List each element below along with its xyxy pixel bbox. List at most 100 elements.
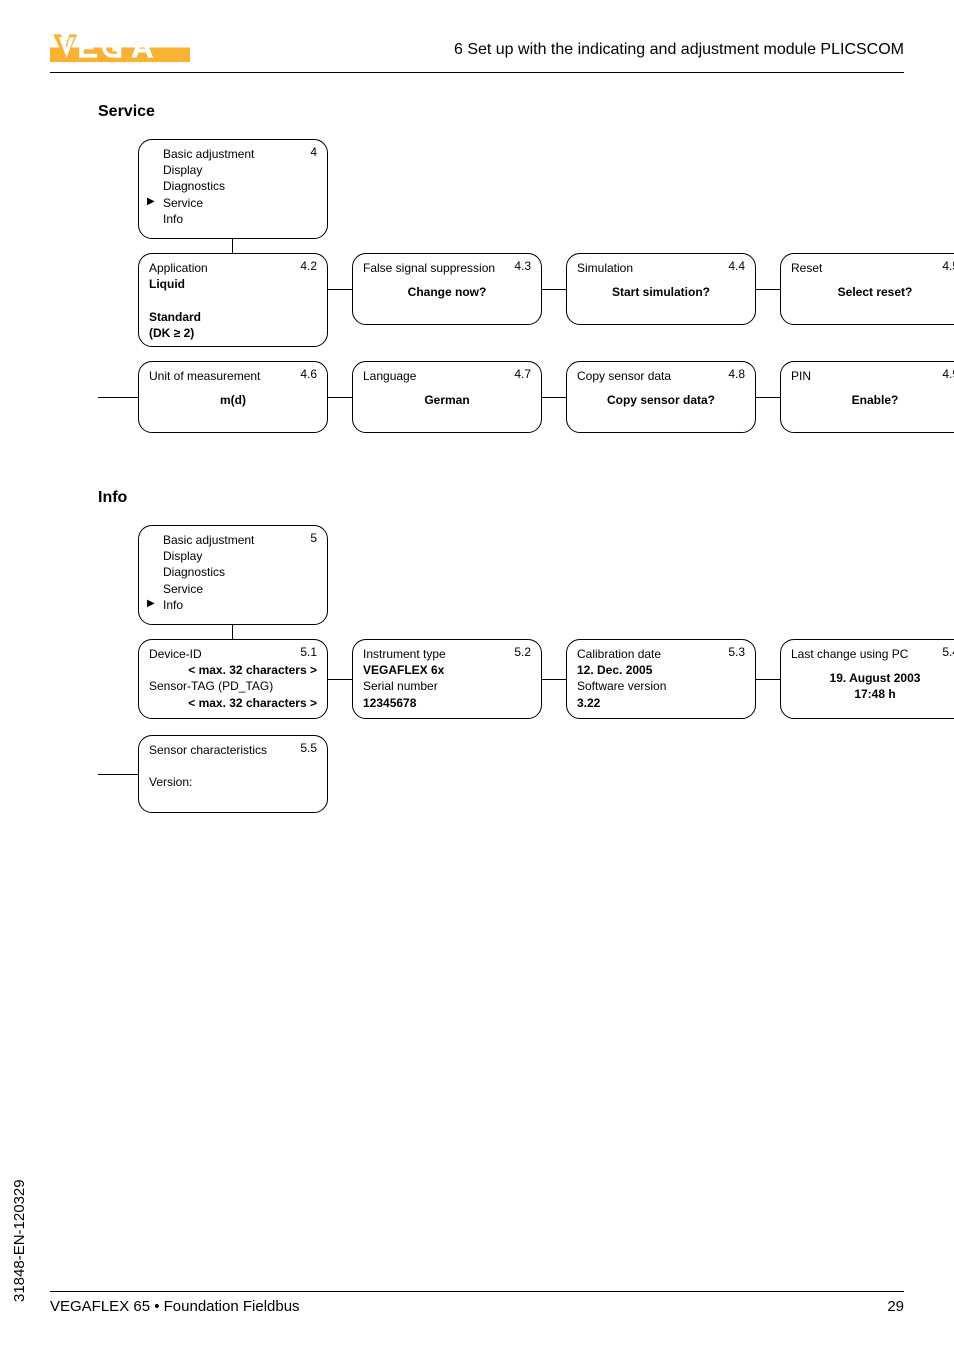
panel-line: < max. 32 characters > [149,695,317,711]
panel-line: Application [149,260,317,276]
connector [328,289,352,290]
panel-number: 4.4 [728,258,745,274]
panel-line: 12345678 [363,695,531,711]
menu-item: Display [149,548,317,564]
menu-item: Info [149,211,317,227]
panel-device-id: 5.1Device-ID< max. 32 characters >Sensor… [138,639,328,719]
panel-number: 5.5 [300,740,317,756]
panel-center: Change now? [363,284,531,300]
menu-item: Basic adjustment [149,146,317,162]
panel-line: 3.22 [577,695,745,711]
connector [328,397,352,398]
service-menu-panel: 4 Basic adjustmentDisplayDiagnosticsServ… [138,139,328,239]
panel-center: Select reset? [791,284,954,300]
panel-line: Instrument type [363,646,531,662]
menu-item: Service [149,195,317,211]
header-rule [50,72,904,73]
panel-center: 19. August 2003 [791,670,954,686]
panel-false-signal: 4.3False signal suppressionChange now? [352,253,542,325]
panel-line: Device-ID [149,646,317,662]
page-number: 29 [887,1298,904,1315]
footer-text: VEGAFLEX 65 • Foundation Fieldbus [50,1298,300,1315]
panel-line: Unit of measurement [149,368,317,384]
panel-line: Last change using PC [791,646,954,662]
panel-calibration-date: 5.3Calibration date12. Dec. 2005Software… [566,639,756,719]
panel-pin: 4.9PIN Enable? [780,361,954,433]
panel-line: Reset [791,260,954,276]
panel-number: 4.8 [728,366,745,382]
connector [756,397,780,398]
vega-logo [50,32,190,68]
panel-center: German [363,392,531,408]
menu-item: Diagnostics [149,564,317,580]
panel-number: 4.7 [514,366,531,382]
panel-language: 4.7Language German [352,361,542,433]
panel-line: Serial number [363,678,531,694]
connector [328,679,352,680]
panel-line: Copy sensor data [577,368,745,384]
panel-center: m(d) [149,392,317,408]
footer: VEGAFLEX 65 • Foundation Fieldbus 29 [50,1291,904,1316]
service-diagram: 4 Basic adjustmentDisplayDiagnosticsServ… [98,139,948,449]
document-code: 31848-EN-120329 [11,1179,28,1302]
connector [232,239,233,253]
panel-line: 12. Dec. 2005 [577,662,745,678]
panel-reset: 4.5Reset Select reset? [780,253,954,325]
vega-logo-svg [50,32,190,68]
connector [542,397,566,398]
panel-line: Standard [149,309,317,325]
connector [756,289,780,290]
info-menu-panel: 5 Basic adjustmentDisplayDiagnosticsServ… [138,525,328,625]
panel-center: Enable? [791,392,954,408]
panel-number: 5 [310,530,317,546]
panel-line: Calibration date [577,646,745,662]
panel-number: 4.9 [942,366,954,382]
panel-number: 4.3 [514,258,531,274]
page: 6 Set up with the indicating and adjustm… [0,0,954,1354]
connector [542,679,566,680]
footer-rule [50,1291,904,1292]
panel-center: Copy sensor data? [577,392,745,408]
panel-application: 4.2ApplicationLiquid Standard(DK ≥ 2) [138,253,328,347]
panel-line [149,758,317,774]
panel-unit: 4.6Unit of measurementm(d) [138,361,328,433]
menu-item: Basic adjustment [149,532,317,548]
panel-simulation: 4.4Simulation Start simulation? [566,253,756,325]
panel-line: Version: [149,774,317,790]
panel-number: 5.1 [300,644,317,660]
panel-line: VEGAFLEX 6x [363,662,531,678]
panel-number: 5.4 [942,644,954,660]
info-diagram: 5 Basic adjustmentDisplayDiagnosticsServ… [98,525,948,835]
connector [232,625,233,639]
panel-line: Software version [577,678,745,694]
connector [98,397,138,398]
panel-center: 17:48 h [791,686,954,702]
panel-line: < max. 32 characters > [149,662,317,678]
panel-number: 4.2 [300,258,317,274]
menu-item: Diagnostics [149,178,317,194]
menu-item: Service [149,581,317,597]
chapter-title: 6 Set up with the indicating and adjustm… [454,41,904,59]
panel-sensor-characteristics: 5.5Sensor characteristics Version: [138,735,328,813]
info-heading: Info [98,489,904,507]
panel-number: 4 [310,144,317,160]
panel-line: Sensor-TAG (PD_TAG) [149,678,317,694]
panel-line: Simulation [577,260,745,276]
panel-line: Liquid [149,276,317,292]
panel-number: 5.2 [514,644,531,660]
connector [98,774,138,775]
panel-last-change: 5.4Last change using PC 19. August 200317… [780,639,954,719]
menu-item: Info [149,597,317,613]
panel-line: Language [363,368,531,384]
header-row: 6 Set up with the indicating and adjustm… [50,32,904,68]
panel-line [149,292,317,308]
panel-copy: 4.8Copy sensor data Copy sensor data? [566,361,756,433]
panel-center: Start simulation? [577,284,745,300]
panel-instrument-type: 5.2Instrument typeVEGAFLEX 6xSerial numb… [352,639,542,719]
panel-line: (DK ≥ 2) [149,325,317,341]
panel-line: Sensor characteristics [149,742,317,758]
connector [756,679,780,680]
panel-line: PIN [791,368,954,384]
panel-number: 4.5 [942,258,954,274]
connector [542,289,566,290]
